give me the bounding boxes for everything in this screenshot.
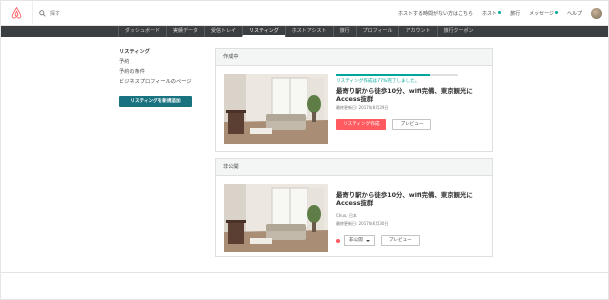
sidebar-item-business-profile[interactable]: ビジネスプロフィールのページ	[119, 77, 209, 87]
last-updated: 最終更新日: 2017年8月29日	[336, 105, 389, 110]
in-progress-panel: 作成中 リスティング作成は77%完了しました。 最寄り駅から徒歩10分、wifi…	[215, 48, 493, 152]
top-header: 探す ホストする時間がない方はこちら ホスト 旅行 メッセージ ヘルプ	[1, 0, 608, 26]
progress-fill	[336, 74, 430, 76]
secondary-nav: ダッシュボード 実績データ 受信トレイ リスティング ホストアシスト 旅行 プロ…	[1, 26, 608, 37]
status-dot-icon	[336, 238, 340, 243]
last-updated: 最終更新日: 2017年6月30日	[336, 221, 389, 226]
tab-listings[interactable]: リスティング	[242, 26, 285, 37]
status-select[interactable]: 非公開	[344, 235, 375, 246]
chevron-down-icon	[365, 239, 370, 242]
tab-profile[interactable]: プロフィール	[355, 26, 399, 37]
listing-info: 最寄り駅から徒歩10分、wifi完備、東京観光にAccess抜群 Chuo, 日…	[336, 188, 486, 246]
host-help-link[interactable]: ホストする時間がない方はこちら	[398, 10, 473, 17]
tab-performance[interactable]: 実績データ	[166, 26, 204, 37]
sidebar-item-reservations[interactable]: 予約	[119, 57, 209, 67]
trips-link[interactable]: 旅行	[510, 10, 520, 17]
listing-title[interactable]: 最寄り駅から徒歩10分、wifi完備、東京観光にAccess抜群	[336, 191, 486, 207]
sidebar: リスティング 予約 予約の条件 ビジネスプロフィールのページ リスティングを新規…	[119, 47, 209, 107]
listing-title[interactable]: 最寄り駅から徒歩10分、wifi完備、東京観光にAccess抜群	[336, 87, 486, 103]
search-input[interactable]: 探す	[50, 10, 60, 17]
host-menu[interactable]: ホスト	[482, 10, 502, 17]
unlisted-panel: 非公開 最寄り駅から徒歩10分、wifi完備、東京観光にAccess抜群 Chu…	[215, 158, 493, 257]
tab-travel-coupon[interactable]: 旅行クーポン	[436, 26, 480, 37]
tab-dashboard[interactable]: ダッシュボード	[118, 26, 166, 37]
listing-location: Chuo, 日本	[336, 213, 357, 218]
help-link[interactable]: ヘルプ	[567, 10, 582, 17]
footer-divider	[1, 272, 608, 273]
panel-header: 非公開	[216, 159, 492, 176]
messages-label: メッセージ	[529, 11, 554, 17]
host-label: ホスト	[482, 11, 498, 17]
top-nav: ホストする時間がない方はこちら ホスト 旅行 メッセージ ヘルプ	[398, 1, 608, 26]
status-select-value: 非公開	[349, 237, 363, 243]
tab-host-assist[interactable]: ホストアシスト	[284, 26, 333, 37]
notification-dot-icon	[498, 11, 502, 14]
notification-dot-icon	[554, 11, 558, 14]
create-listing-button[interactable]: リスティング作成	[336, 119, 387, 130]
sidebar-item-reservation-requirements[interactable]: 予約の条件	[119, 67, 209, 77]
preview-button[interactable]: プレビュー	[392, 119, 432, 130]
sidebar-item-listings[interactable]: リスティング	[119, 47, 209, 57]
room-photo-image	[224, 74, 328, 144]
tab-trips[interactable]: 旅行	[332, 26, 356, 37]
panel-header: 作成中	[216, 49, 492, 66]
avatar[interactable]	[591, 8, 602, 19]
app-window: 探す ホストする時間がない方はこちら ホスト 旅行 メッセージ ヘルプ ダッシュ…	[0, 0, 609, 300]
preview-button[interactable]: プレビュー	[380, 235, 420, 246]
listing-info: リスティング作成は77%完了しました。 最寄り駅から徒歩10分、wifi完備、東…	[336, 74, 486, 130]
progress-bar	[336, 74, 458, 76]
airbnb-logo-icon[interactable]	[1, 0, 33, 26]
listing-photo[interactable]	[224, 184, 328, 252]
messages-menu[interactable]: メッセージ	[529, 10, 558, 17]
add-listing-button[interactable]: リスティングを新規追加	[119, 96, 192, 107]
room-photo-image	[224, 184, 328, 252]
tab-account[interactable]: アカウント	[398, 26, 436, 37]
listing-photo[interactable]	[224, 74, 328, 144]
tab-inbox[interactable]: 受信トレイ	[204, 26, 242, 37]
search-bar[interactable]: 探す	[33, 1, 333, 26]
search-icon	[39, 9, 46, 17]
progress-text: リスティング作成は77%完了しました。	[336, 79, 420, 84]
